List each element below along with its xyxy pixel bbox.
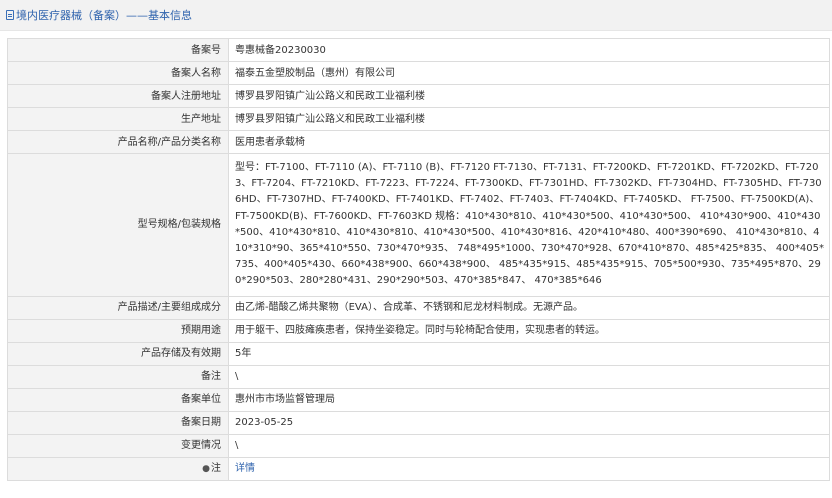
value-storage-validity: 5年: [228, 341, 830, 366]
table-row: 变更情况 \: [7, 433, 830, 458]
value-note: 详情: [228, 456, 830, 481]
value-record-date: 2023-05-25: [228, 410, 830, 435]
value-registrant-name: 福泰五金塑胶制品（惠州）有限公司: [228, 61, 830, 85]
table-row: 产品描述/主要组成成分 由乙烯-醋酸乙烯共聚物（EVA）、合成革、不锈钢和尼龙材…: [7, 295, 830, 320]
label-record-authority: 备案单位: [7, 387, 229, 412]
label-record-date: 备案日期: [7, 410, 229, 435]
value-product-description: 由乙烯-醋酸乙烯共聚物（EVA）、合成革、不锈钢和尼龙材料制成。无源产品。: [228, 295, 830, 320]
label-intended-use: 预期用途: [7, 318, 229, 343]
page-header: 境内医疗器械（备案）——基本信息: [0, 0, 832, 31]
value-remarks: \: [228, 364, 830, 389]
value-change-status: \: [228, 433, 830, 458]
table-row: 备案人名称 福泰五金塑胶制品（惠州）有限公司: [7, 61, 830, 85]
label-registrant-name: 备案人名称: [7, 61, 229, 85]
table-row: 产品名称/产品分类名称 医用患者承载椅: [7, 130, 830, 154]
info-table: 备案号 粤惠械备20230030 备案人名称 福泰五金塑胶制品（惠州）有限公司 …: [7, 38, 830, 481]
table-row: 备案单位 惠州市市场监督管理局: [7, 387, 830, 412]
table-row: 型号规格/包装规格 型号：FT-7100、FT-7110 (A)、FT-7110…: [7, 153, 830, 297]
label-remarks: 备注: [7, 364, 229, 389]
value-record-authority: 惠州市市场监督管理局: [228, 387, 830, 412]
table-row: 预期用途 用于躯干、四肢瘫痪患者，保持坐姿稳定。同时与轮椅配合使用，实现患者的转…: [7, 318, 830, 343]
location-pin-icon: ●: [202, 463, 210, 474]
table-row: 备案号 粤惠械备20230030: [7, 38, 830, 62]
label-record-number: 备案号: [7, 38, 229, 62]
table-row: 备案日期 2023-05-25: [7, 410, 830, 435]
value-intended-use: 用于躯干、四肢瘫痪患者，保持坐姿稳定。同时与轮椅配合使用，实现患者的转运。: [228, 318, 830, 343]
details-link[interactable]: 详情: [235, 463, 255, 474]
value-production-address: 博罗县罗阳镇广汕公路义和民政工业福利楼: [228, 107, 830, 131]
value-record-number: 粤惠械备20230030: [228, 38, 830, 62]
label-model-spec: 型号规格/包装规格: [7, 153, 229, 297]
table-row: ●注 详情: [7, 456, 830, 481]
label-storage-validity: 产品存储及有效期: [7, 341, 229, 366]
table-row: 备案人注册地址 博罗县罗阳镇广汕公路义和民政工业福利楼: [7, 84, 830, 108]
note-label-text: 注: [211, 462, 221, 474]
table-row: 备注 \: [7, 364, 830, 389]
label-production-address: 生产地址: [7, 107, 229, 131]
label-product-description: 产品描述/主要组成成分: [7, 295, 229, 320]
label-change-status: 变更情况: [7, 433, 229, 458]
table-row: 产品存储及有效期 5年: [7, 341, 830, 366]
table-row: 生产地址 博罗县罗阳镇广汕公路义和民政工业福利楼: [7, 107, 830, 131]
value-product-name: 医用患者承载椅: [228, 130, 830, 154]
value-model-spec: 型号：FT-7100、FT-7110 (A)、FT-7110 (B)、FT-71…: [228, 153, 830, 297]
value-registrant-address: 博罗县罗阳镇广汕公路义和民政工业福利楼: [228, 84, 830, 108]
label-registrant-address: 备案人注册地址: [7, 84, 229, 108]
label-product-name: 产品名称/产品分类名称: [7, 130, 229, 154]
document-icon: [6, 10, 14, 20]
label-note: ●注: [7, 456, 229, 481]
page-title: 境内医疗器械（备案）——基本信息: [16, 9, 192, 22]
